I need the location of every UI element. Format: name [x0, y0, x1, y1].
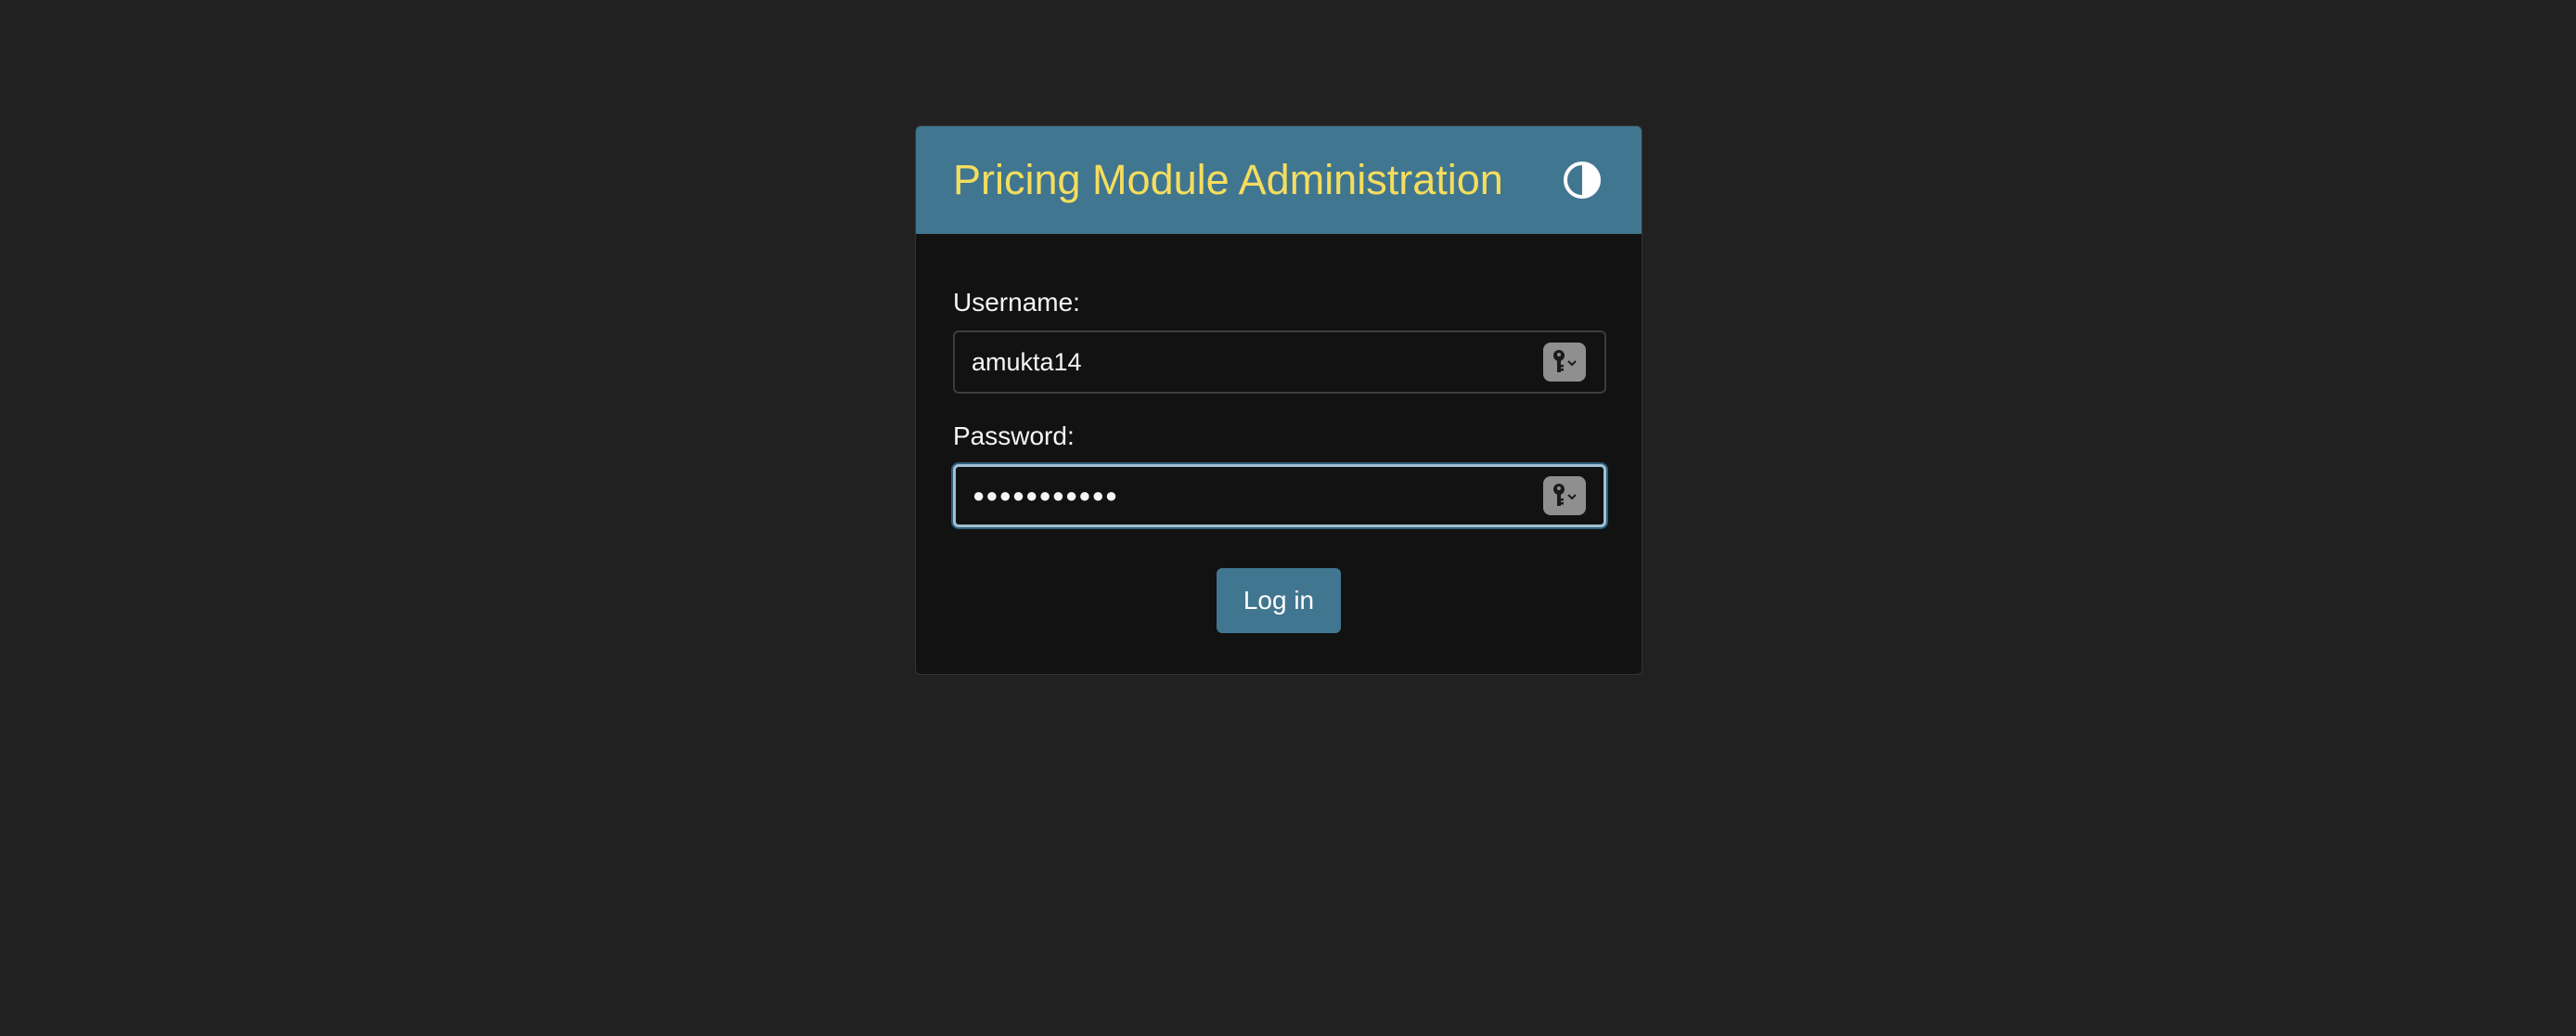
login-button[interactable]: Log in	[1217, 568, 1341, 633]
site-title: Pricing Module Administration	[953, 156, 1503, 203]
password-value: ●●●●●●●●●●●	[972, 484, 1119, 507]
username-label: Username:	[953, 288, 1080, 317]
login-panel: Pricing Module Administration Username: …	[915, 125, 1642, 675]
key-autofill-icon	[1553, 350, 1577, 372]
username-value: amukta14	[972, 348, 1082, 376]
password-label: Password:	[953, 421, 1075, 450]
username-autofill-button[interactable]	[1543, 343, 1586, 382]
password-autofill-button[interactable]	[1543, 476, 1586, 515]
half-circle-contrast-icon	[1564, 162, 1601, 199]
header: Pricing Module Administration	[916, 126, 1642, 234]
theme-toggle-button[interactable]	[1562, 160, 1603, 201]
key-autofill-icon	[1553, 484, 1577, 506]
password-field[interactable]: ●●●●●●●●●●●	[953, 464, 1606, 527]
username-field[interactable]: amukta14	[953, 330, 1606, 394]
